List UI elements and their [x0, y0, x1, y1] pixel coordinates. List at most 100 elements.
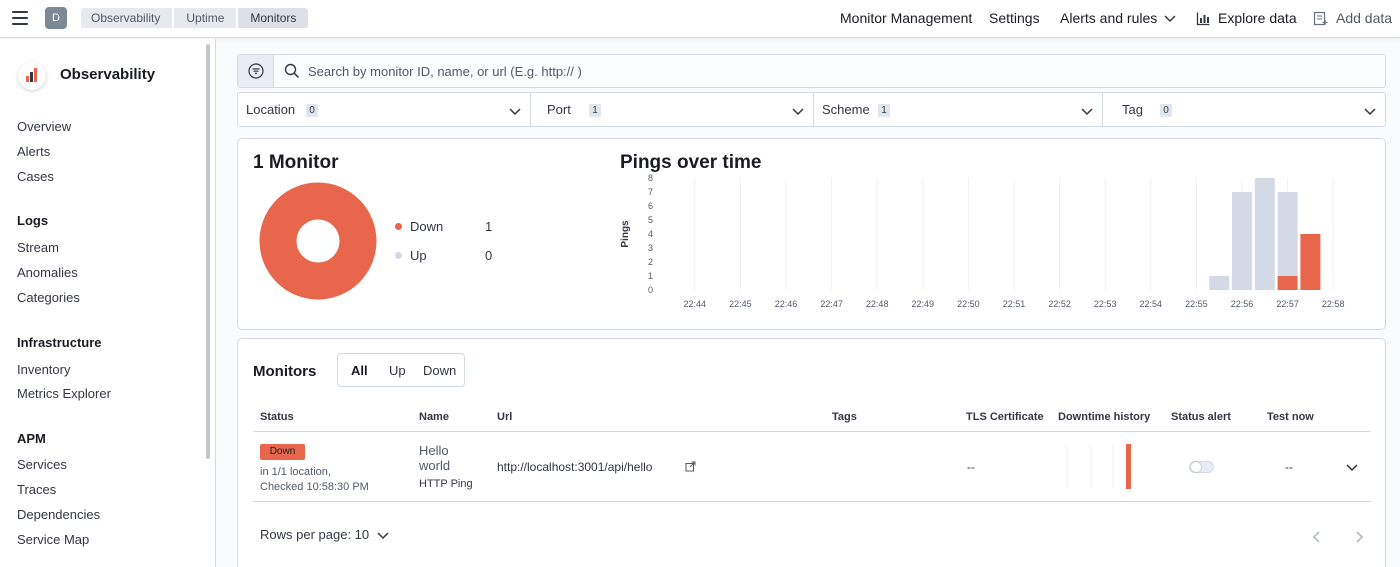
filter-port-label: Port — [547, 102, 571, 117]
breadcrumb-monitors: Monitors — [238, 8, 309, 28]
chevron-down-icon — [509, 108, 521, 116]
divider — [253, 501, 1371, 502]
y-tick-label: 1 — [648, 271, 653, 281]
menu-icon[interactable] — [12, 11, 28, 25]
sidebar-scrollbar[interactable] — [206, 44, 210, 459]
x-tick-label: 22:55 — [1185, 299, 1208, 309]
sidebar-item-metrics-explorer[interactable]: Metrics Explorer — [17, 386, 111, 401]
sidebar-item-services[interactable]: Services — [17, 457, 67, 472]
add-data-link[interactable]: Add data — [1336, 10, 1392, 26]
x-tick-label: 22:53 — [1094, 299, 1117, 309]
bar-up — [1232, 192, 1252, 290]
x-tick-label: 22:54 — [1140, 299, 1163, 309]
column-header-name[interactable]: Name — [419, 411, 449, 423]
filter-scheme-label: Scheme — [822, 102, 870, 117]
bar-up — [1277, 192, 1298, 276]
breadcrumb-observability[interactable]: Observability — [81, 8, 173, 28]
legend-down-label: Down — [410, 219, 444, 234]
sidebar-item-categories[interactable]: Categories — [17, 290, 80, 305]
monitor-status-donut — [259, 182, 377, 300]
observability-logo-icon — [18, 62, 46, 90]
sidebar-item-inventory[interactable]: Inventory — [17, 362, 70, 377]
sidebar-item-service-map[interactable]: Service Map — [17, 532, 89, 547]
tab-all[interactable]: All — [351, 363, 368, 378]
top-header: D Observability Uptime Monitors Monitor … — [0, 0, 1400, 38]
filter-port[interactable]: Port 1 — [531, 93, 814, 126]
search-icon — [284, 63, 300, 79]
tab-down[interactable]: Down — [423, 363, 456, 378]
legend-down-dot — [395, 223, 402, 230]
x-tick-label: 22:46 — [775, 299, 798, 309]
pings-chart-title: Pings over time — [620, 152, 762, 173]
legend-up-value: 0 — [485, 248, 493, 263]
monitors-title: Monitors — [253, 363, 317, 380]
filter-location[interactable]: Location 0 — [238, 93, 531, 126]
sidebar-item-stream[interactable]: Stream — [17, 240, 59, 255]
column-header-tls: TLS Certificate — [966, 411, 1044, 423]
external-link-icon[interactable] — [685, 461, 696, 472]
bar-up — [1254, 178, 1275, 290]
rows-per-page-selector[interactable]: Rows per page: 10 — [260, 527, 369, 542]
y-axis-label: Pings — [620, 220, 631, 248]
explore-data-link[interactable]: Explore data — [1218, 10, 1297, 26]
sidebar-item-cases[interactable]: Cases — [17, 169, 54, 184]
sidebar-section-logs: Logs — [17, 213, 49, 228]
settings-link[interactable]: Settings — [989, 10, 1040, 26]
filter-tag-label: Tag — [1122, 102, 1143, 117]
monitor-name-line1[interactable]: Hello — [419, 443, 449, 458]
filter-location-label: Location — [246, 102, 296, 117]
sidebar-item-anomalies[interactable]: Anomalies — [17, 265, 78, 280]
y-tick-label: 7 — [648, 187, 653, 197]
sidebar-item-dependencies[interactable]: Dependencies — [17, 507, 100, 522]
status-badge: Down — [260, 444, 305, 460]
x-tick-label: 22:45 — [729, 299, 752, 309]
monitor-management-link[interactable]: Monitor Management — [840, 10, 972, 26]
previous-page-icon[interactable] — [1310, 530, 1324, 544]
donut-slice-down — [259, 182, 377, 300]
status-location: in 1/1 location, — [260, 466, 331, 478]
x-tick-label: 22:51 — [1003, 299, 1026, 309]
chevron-down-icon — [1081, 108, 1093, 116]
bar-down — [1277, 276, 1298, 290]
chart-icon — [1196, 12, 1210, 25]
legend-up-label: Up — [410, 248, 427, 263]
column-header-status[interactable]: Status — [260, 411, 294, 423]
x-tick-label: 22:50 — [957, 299, 980, 309]
monitor-type: HTTP Ping — [419, 478, 473, 490]
space-avatar[interactable]: D — [45, 7, 67, 29]
filter-toggle-button[interactable] — [238, 55, 274, 87]
sidebar-item-traces[interactable]: Traces — [17, 482, 56, 497]
monitor-name-line2[interactable]: world — [419, 458, 450, 473]
filter-scheme[interactable]: Scheme 1 — [814, 93, 1103, 126]
alerts-and-rules-menu[interactable]: Alerts and rules — [1060, 10, 1157, 26]
breadcrumb: Observability Uptime Monitors — [81, 8, 310, 28]
expand-row-chevron-icon[interactable] — [1345, 460, 1359, 474]
x-tick-label: 22:52 — [1048, 299, 1071, 309]
tab-up[interactable]: Up — [389, 363, 406, 378]
status-alert-toggle[interactable] — [1189, 461, 1214, 473]
x-tick-label: 22:57 — [1276, 299, 1299, 309]
sidebar-section-apm: APM — [17, 431, 46, 446]
status-checked-time: Checked 10:58:30 PM — [260, 481, 369, 493]
filter-scheme-count: 1 — [878, 104, 890, 117]
filter-tag-count: 0 — [1160, 104, 1172, 117]
monitor-url-link[interactable]: http://localhost:3001/api/hello — [497, 460, 652, 474]
filter-tag[interactable]: Tag 0 — [1103, 93, 1385, 126]
y-tick-label: 8 — [648, 173, 653, 183]
x-tick-label: 22:44 — [684, 299, 707, 309]
y-tick-label: 3 — [648, 243, 653, 253]
divider — [253, 431, 1371, 432]
y-tick-label: 6 — [648, 201, 653, 211]
column-header-url[interactable]: Url — [497, 411, 512, 423]
sidebar-title: Observability — [60, 66, 156, 83]
next-page-icon[interactable] — [1352, 530, 1366, 544]
search-input[interactable] — [308, 55, 1208, 87]
sidebar-item-alerts[interactable]: Alerts — [17, 144, 50, 159]
y-tick-label: 5 — [648, 215, 653, 225]
sidebar-item-overview[interactable]: Overview — [17, 119, 71, 134]
column-header-status-alert: Status alert — [1171, 411, 1231, 423]
y-tick-label: 2 — [648, 257, 653, 267]
chevron-down-icon — [1364, 108, 1376, 116]
breadcrumb-uptime[interactable]: Uptime — [174, 8, 237, 28]
chevron-down-icon — [1164, 15, 1176, 23]
